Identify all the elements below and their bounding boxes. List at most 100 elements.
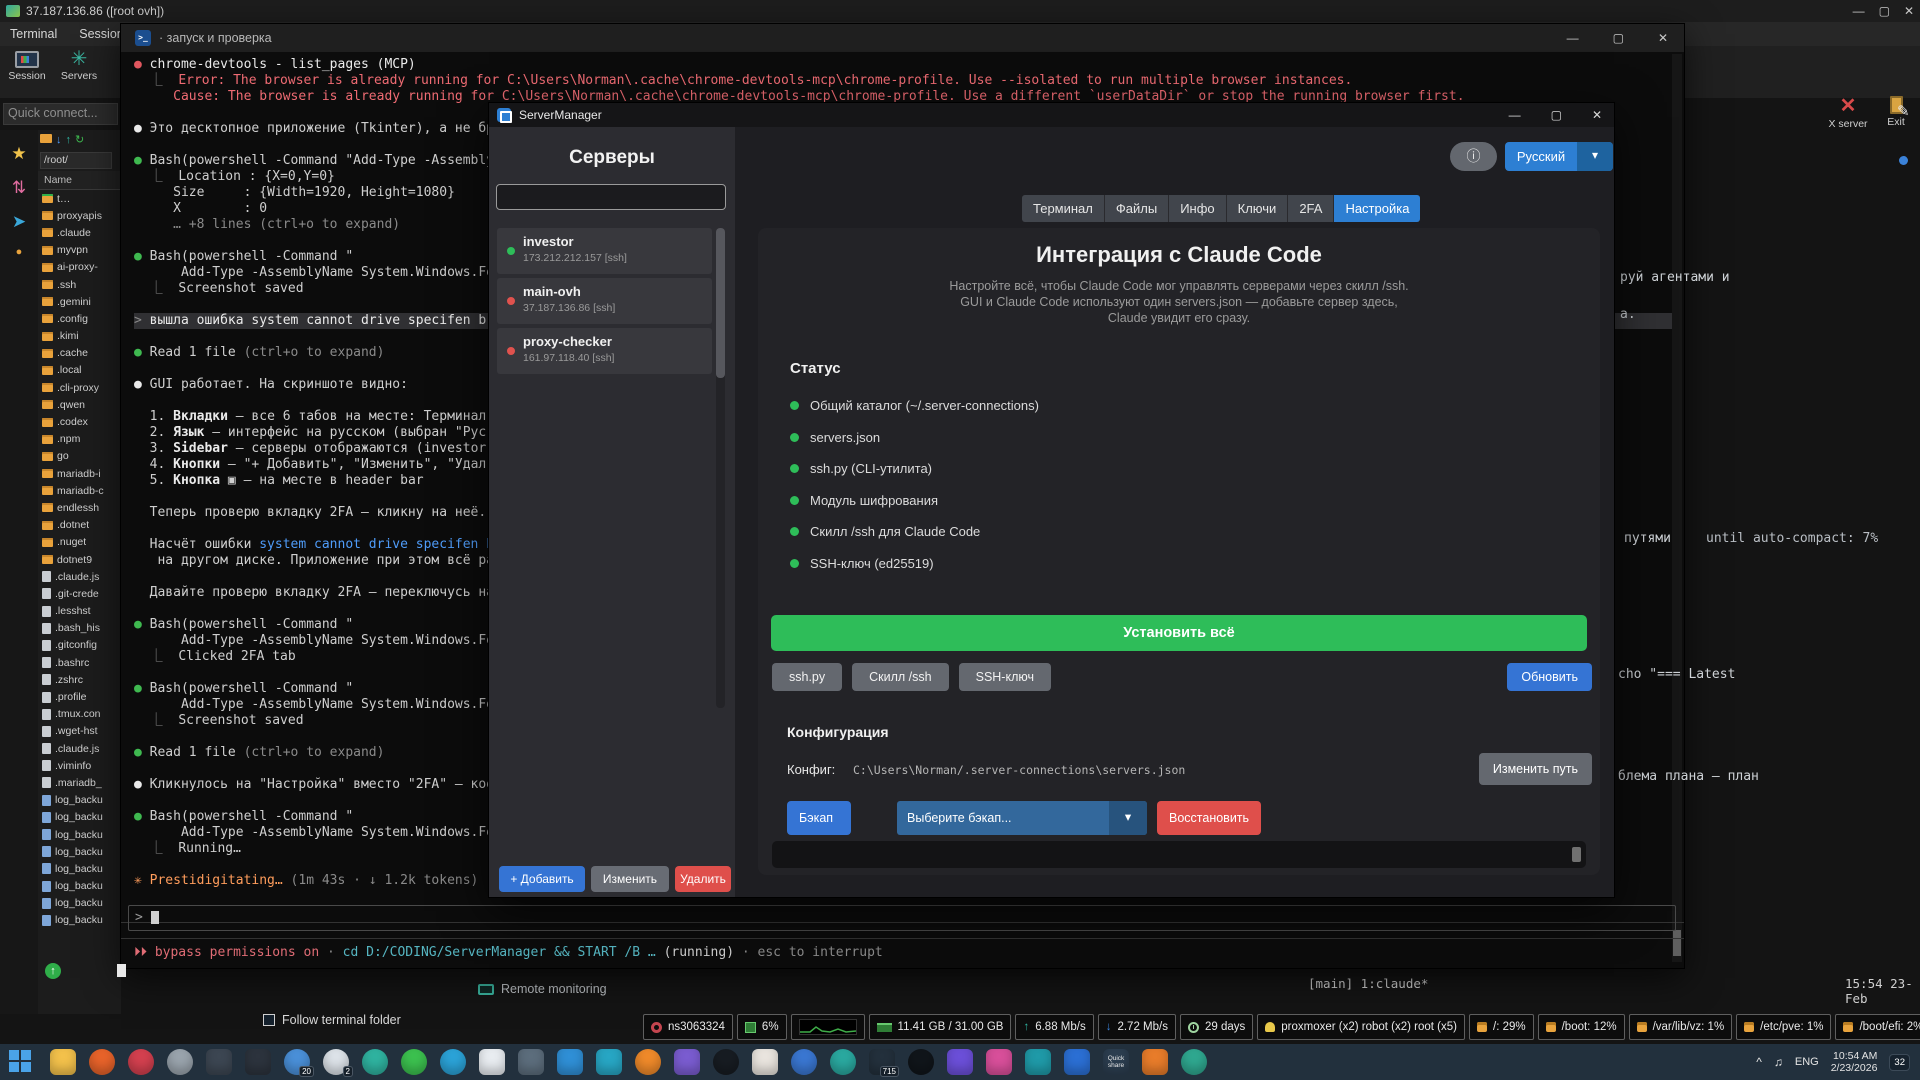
taskbar-app-app-teal-swirl[interactable] <box>362 1049 388 1075</box>
menu-item-terminal[interactable]: Terminal <box>10 27 57 41</box>
remote-monitoring-label[interactable]: Remote monitoring <box>478 982 607 996</box>
taskbar-app-app-blue[interactable] <box>791 1049 817 1075</box>
tray-segment[interactable]: ↓ 2.72 Mb/s <box>1097 1014 1176 1040</box>
refresh-button[interactable]: Обновить <box>1507 663 1592 691</box>
taskbar-app-app-pink-music[interactable] <box>986 1049 1012 1075</box>
path-input[interactable]: /root/ <box>40 152 112 169</box>
taskbar-app-app-purple-v[interactable] <box>947 1049 973 1075</box>
tree-item[interactable]: ai-proxy- <box>38 259 121 276</box>
tree-item[interactable]: .cache <box>38 345 121 362</box>
tree-item[interactable]: .bash_his <box>38 620 121 637</box>
tree-item[interactable]: .ssh <box>38 276 121 293</box>
tab-ключи[interactable]: Ключи <box>1226 195 1288 222</box>
taskbar-app-whatsapp[interactable] <box>401 1049 427 1075</box>
tree-item[interactable]: mariadb-i <box>38 465 121 482</box>
tree-item[interactable]: .bashrc <box>38 654 121 671</box>
server-item-proxy-checker[interactable]: proxy-checker 161.97.118.40 [ssh] <box>497 328 712 374</box>
scrollbar-thumb[interactable] <box>1673 930 1681 956</box>
tab-файлы[interactable]: Файлы <box>1104 195 1169 222</box>
maximize-icon[interactable]: ▢ <box>1551 108 1562 122</box>
tray-segment[interactable]: ↑ 6.88 Mb/s <box>1015 1014 1094 1040</box>
minimize-icon[interactable]: — <box>1567 31 1579 45</box>
tree-item[interactable]: .claude.js <box>38 740 121 757</box>
tab-настройка[interactable]: Настройка <box>1334 195 1421 222</box>
tree-item[interactable]: .nuget <box>38 534 121 551</box>
tray-segment[interactable]: /boot: 12% <box>1537 1014 1625 1040</box>
taskbar-app-app-white-red[interactable] <box>752 1049 778 1075</box>
tree-item[interactable]: log_backu <box>38 895 121 912</box>
tree-item[interactable]: .local <box>38 362 121 379</box>
taskbar-app-app-gray[interactable] <box>167 1049 193 1075</box>
tree-item[interactable]: .qwen <box>38 396 121 413</box>
tree-item[interactable]: .profile <box>38 688 121 705</box>
tree-item[interactable]: .mariadb_ <box>38 774 121 791</box>
tab-2fa[interactable]: 2FA <box>1288 195 1334 222</box>
maximize-icon[interactable]: ▢ <box>1879 4 1890 18</box>
sync-updown-icon[interactable]: ⇅ <box>0 178 38 198</box>
upload-arrow-icon[interactable]: ↑ <box>66 134 72 146</box>
tree-item[interactable]: go <box>38 448 121 465</box>
restore-button[interactable]: Восстановить <box>1157 801 1262 835</box>
tray-segment[interactable]: 11.41 GB / 31.00 GB <box>868 1014 1012 1040</box>
tray-segment[interactable]: 29 days <box>1179 1014 1254 1040</box>
close-icon[interactable]: ✕ <box>1592 108 1602 122</box>
taskbar-app-app-dark-cube[interactable] <box>245 1049 271 1075</box>
taskbar-clock[interactable]: 10:54 AM 2/23/2026 <box>1831 1050 1878 1074</box>
info-button[interactable]: ⓘ <box>1450 142 1497 171</box>
minimize-icon[interactable]: — <box>1853 4 1865 18</box>
taskbar-app-app-slate[interactable] <box>518 1049 544 1075</box>
tab-терминал[interactable]: Терминал <box>1022 195 1104 222</box>
tree-item[interactable]: log_backu <box>38 843 121 860</box>
taskbar-app-telegram[interactable] <box>440 1049 466 1075</box>
tree-item[interactable]: .codex <box>38 413 121 430</box>
tree-item[interactable]: mariadb-c <box>38 482 121 499</box>
backup-now-button[interactable]: Бэкап сейчас <box>787 801 851 859</box>
server-item-investor[interactable]: investor 173.212.212.157 [ssh] <box>497 228 712 274</box>
tree-item[interactable]: .claude <box>38 224 121 241</box>
taskbar-app-app-violet[interactable] <box>674 1049 700 1075</box>
tree-item[interactable]: proxyapis <box>38 207 121 224</box>
taskbar-app-file-explorer[interactable] <box>50 1049 76 1075</box>
toolbar-item-session[interactable]: Session <box>2 48 52 82</box>
server-search-input[interactable] <box>496 184 726 210</box>
tree-item[interactable]: .claude.js <box>38 568 121 585</box>
taskbar-app-app-teal[interactable] <box>830 1049 856 1075</box>
tray-segment[interactable]: 6% <box>736 1014 787 1040</box>
tree-item[interactable]: .npm <box>38 431 121 448</box>
edit-server-button[interactable]: Изменить <box>591 866 669 892</box>
taskbar-app-chrome-profile-b[interactable]: 2 <box>323 1049 353 1077</box>
taskbar-app-github-desktop[interactable] <box>1181 1049 1207 1075</box>
notification-badge[interactable]: 32 <box>1889 1053 1910 1071</box>
tree-item[interactable]: .config <box>38 310 121 327</box>
start-button[interactable] <box>9 1050 33 1074</box>
tray-segment[interactable]: ns3063324 <box>643 1014 733 1040</box>
minimize-icon[interactable]: — <box>1509 108 1521 122</box>
taskbar-app-brave-browser[interactable] <box>89 1049 115 1075</box>
server-list-scrollbar[interactable] <box>716 228 725 708</box>
terminal-titlebar[interactable]: >_ · запуск и проверка — ▢ ✕ <box>121 24 1684 52</box>
tree-item[interactable]: log_backu <box>38 809 121 826</box>
orange-dot-icon[interactable]: ● <box>0 246 38 258</box>
taskbar-app-obs-studio[interactable] <box>908 1049 934 1075</box>
chip-ssh-ключ[interactable]: SSH-ключ <box>958 663 1051 691</box>
terminal-scrollbar[interactable] <box>1672 54 1682 962</box>
checkbox-icon[interactable] <box>263 1014 275 1026</box>
tree-item[interactable]: .git-crede <box>38 585 121 602</box>
follow-terminal-folder-checkbox[interactable]: Follow terminal folder <box>263 1013 401 1027</box>
tree-item[interactable]: .zshrc <box>38 671 121 688</box>
tree-item[interactable]: .cli-proxy <box>38 379 121 396</box>
taskbar-app-app-cyan[interactable] <box>596 1049 622 1075</box>
toolbar-item-x-server[interactable]: ✕ X server <box>1820 94 1876 130</box>
maximize-icon[interactable]: ▢ <box>1613 31 1624 45</box>
tree-item[interactable]: .tmux.con <box>38 706 121 723</box>
tree-item[interactable]: log_backu <box>38 860 121 877</box>
scrollbar-thumb[interactable] <box>716 228 725 378</box>
taskbar-app-camera-app[interactable] <box>1025 1049 1051 1075</box>
folder-icon[interactable] <box>40 134 52 143</box>
taskbar-app-app-dark-clock[interactable]: 715 <box>869 1049 899 1077</box>
toolbar-item-servers[interactable]: ✳ Servers <box>54 48 104 82</box>
tree-header-name[interactable]: Name <box>38 171 121 190</box>
taskbar-app-quick-share[interactable]: Quick share <box>1103 1049 1129 1075</box>
taskbar-app-app-r-blue[interactable] <box>1064 1049 1090 1075</box>
tree-item[interactable]: .viminfo <box>38 757 121 774</box>
